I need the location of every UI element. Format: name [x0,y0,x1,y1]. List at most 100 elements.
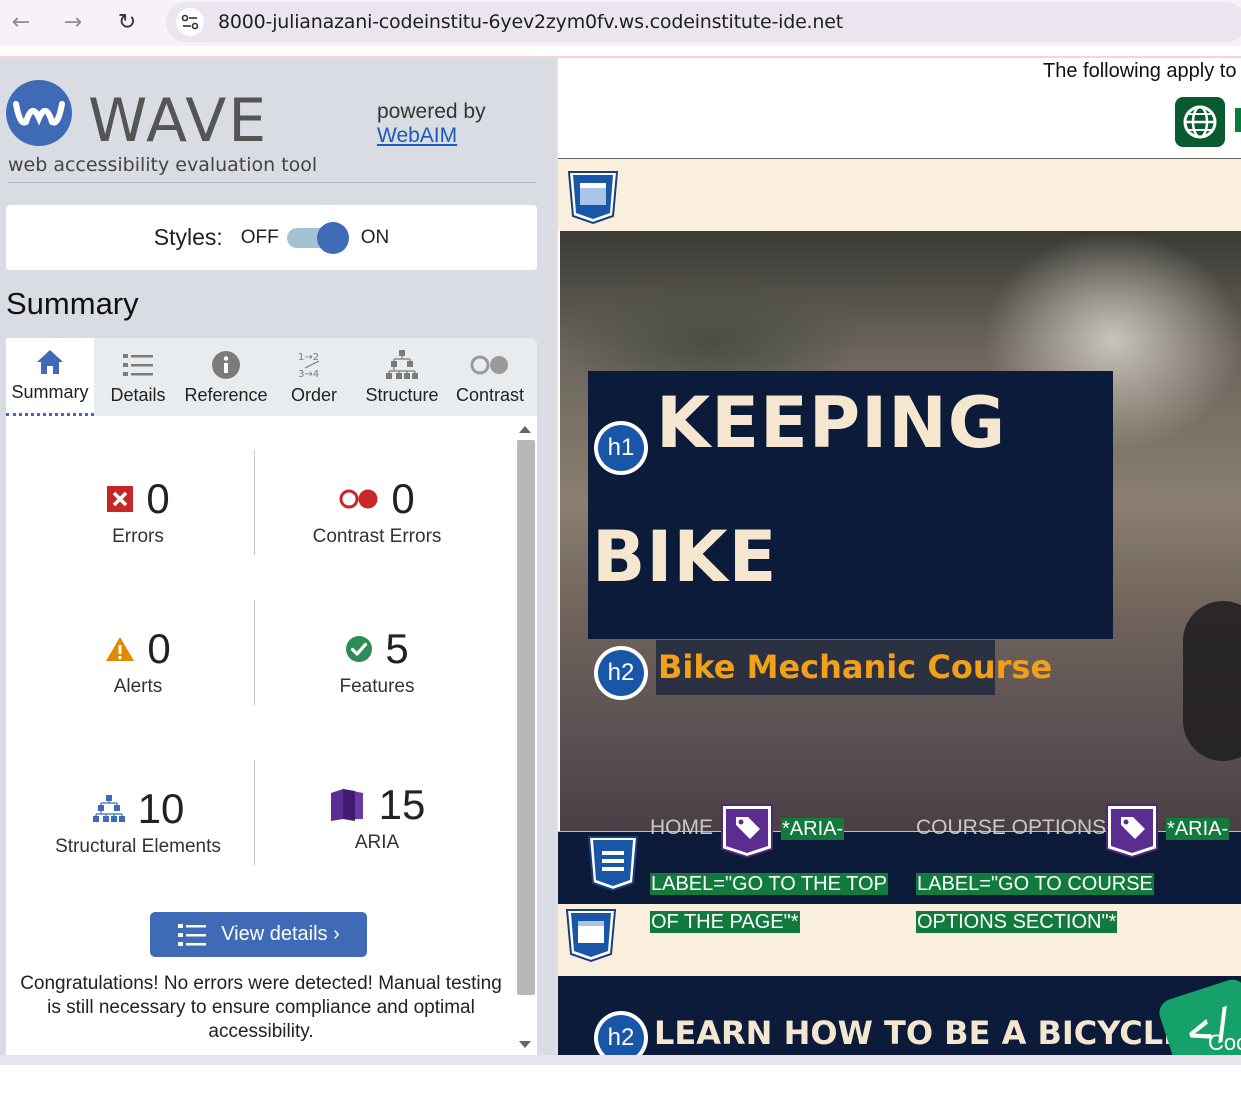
stat-divider [254,600,255,705]
h2-badge-icon[interactable]: h2 [594,646,648,700]
styles-off-label: OFF [240,226,279,248]
alerts-count: 0 [147,625,171,672]
aria-label: ARIA [354,832,400,853]
scroll-up-icon[interactable] [519,426,531,433]
tab-label: Order [290,385,337,405]
structural-count: 10 [137,785,185,832]
contrast-errors-count: 0 [391,475,415,522]
reload-icon[interactable]: ↻ [110,5,144,39]
styles-on-label: ON [360,226,390,248]
browser-toolbar: ← → ↻ 8000-julianazani-codeinstitu-6yev2… [0,0,1241,46]
stat-features[interactable]: 5 Features [262,624,492,698]
tab-label: Contrast [455,385,525,405]
stat-aria[interactable]: 15 ARIA [262,780,492,854]
h2-badge-label: h2 [598,1015,644,1058]
url-text[interactable]: 8000-julianazani-codeinstitu-6yev2zym0fv… [218,11,843,33]
webaim-link[interactable]: WebAIM [377,124,486,148]
stat-divider [254,760,255,865]
h2-heading: Bike Mechanic Course [658,648,1053,686]
stat-contrast-errors[interactable]: 0 Contrast Errors [262,474,492,548]
nav-landmark-icon[interactable] [586,836,640,892]
order-icon: 1→2 3→4 [297,347,331,383]
aria-home-line: OF THE PAGE"* [650,911,800,933]
aria-count: 15 [378,781,426,828]
view-details-button[interactable]: View details › [150,912,367,957]
aria-course-text-2: LABEL="GO TO COURSE [916,873,1154,896]
home-icon [35,344,65,380]
address-bar[interactable]: 8000-julianazani-codeinstitu-6yev2zym0fv… [166,2,1241,42]
aria-icon [330,789,363,821]
tab-details[interactable]: Details [94,338,182,416]
feature-tag-icon [1235,108,1241,132]
summary-heading: Summary [6,286,139,321]
site-info-icon[interactable] [176,8,204,36]
features-count: 5 [385,625,409,672]
scroll-down-icon[interactable] [519,1041,531,1048]
contrast-icon [470,347,510,383]
aria-home-line: *ARIA- [781,818,845,840]
wave-sidebar: WAVE web accessibility evaluation tool p… [0,58,556,1096]
error-icon [107,486,134,512]
svg-text:3→4: 3→4 [298,369,319,380]
section-heading: LEARN HOW TO BE A BICYCLE ME [654,1014,1241,1052]
h1-heading-line1: KEEPING [656,382,1007,464]
list-icon [122,347,154,383]
powered-by: powered by WebAIM [377,100,486,148]
aria-label-tag-icon[interactable] [718,801,776,859]
alert-icon [106,637,135,661]
toggle-knob[interactable] [316,221,349,254]
errors-label: Errors [112,526,164,547]
aria-home-line: LABEL="GO TO THE TOP [650,873,888,895]
aria-home-text-2: LABEL="GO TO THE TOP [650,873,888,896]
nav-course-options-link[interactable]: COURSE OPTIONS [916,816,1106,840]
h1-badge-label: h1 [598,425,644,471]
tab-label: Reference [184,385,268,405]
tab-contrast[interactable]: Contrast [446,338,534,416]
h1-badge-icon[interactable]: h1 [594,421,648,475]
feature-check-icon [346,636,373,662]
styles-label: Styles: [153,224,223,250]
aria-course-line: OPTIONS SECTION"* [916,911,1118,933]
tab-structure[interactable]: Structure [358,338,446,416]
structure-element-icon [92,795,125,822]
stat-structural[interactable]: 10 Structural Elements [23,784,253,858]
globe-icon[interactable] [1175,97,1225,147]
window-bottom-edge [0,1055,1241,1065]
powered-by-text: powered by [377,100,486,123]
back-arrow-icon[interactable]: ← [4,5,38,39]
tab-order[interactable]: 1→2 3→4 Order [270,338,358,416]
forward-arrow-icon[interactable]: → [56,5,90,39]
errors-count: 0 [146,475,170,522]
code-badge-subtext: Coo [1208,1030,1241,1055]
stat-alerts[interactable]: 0 Alerts [23,624,253,698]
aria-label-tag-icon[interactable] [1103,801,1161,859]
info-icon [211,347,241,383]
aria-course-text-3: OPTIONS SECTION"* [916,911,1118,934]
h2-badge-label: h2 [598,650,644,696]
panel-scrollbar[interactable] [515,420,535,1048]
stat-divider [254,450,255,555]
tab-summary[interactable]: Summary [6,338,94,416]
summary-panel: 0 Errors 0 Contrast Errors 0 Alerts 5 Fe… [6,416,537,1096]
aria-home-text-1: *ARIA- [781,818,845,841]
header-landmark-icon[interactable] [566,170,620,225]
scroll-thumb[interactable] [517,440,535,995]
stat-errors[interactable]: 0 Errors [23,474,253,548]
header-band [558,159,1241,231]
h1-heading-line2: BIKE [592,516,778,598]
contrast-errors-label: Contrast Errors [312,526,442,547]
nav-home-link[interactable]: HOME [650,816,713,840]
aria-course-text-1: *ARIA- [1166,818,1230,841]
tab-label: Details [110,385,166,405]
tab-reference[interactable]: Reference [182,338,270,416]
wave-subtitle: web accessibility evaluation tool [8,154,318,176]
view-details-label: View details › [221,923,340,945]
svg-text:1→2: 1→2 [298,352,319,363]
wave-title: WAVE [88,86,269,156]
bike-wheel [1183,601,1241,761]
h2-badge-icon[interactable]: h2 [594,1011,648,1058]
styles-toggle[interactable] [286,221,349,254]
alerts-label: Alerts [113,676,163,697]
header-divider [8,182,536,183]
main-landmark-icon[interactable] [564,908,618,963]
